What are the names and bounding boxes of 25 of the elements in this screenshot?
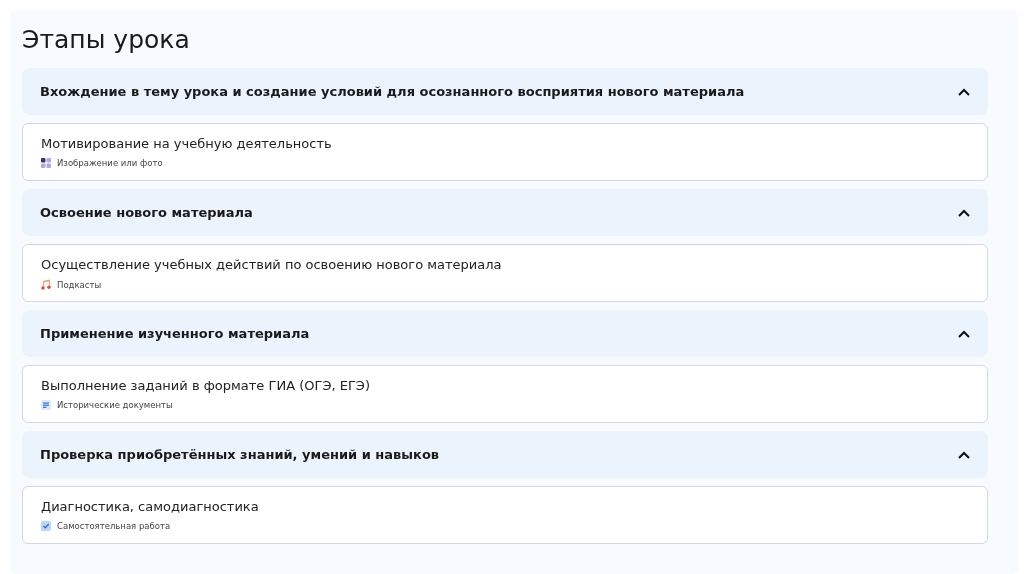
stage-header[interactable]: Проверка приобретённых знаний, умений и навыков	[22, 431, 988, 478]
stage-title: Проверка приобретённых знаний, умений и навыков	[40, 447, 440, 462]
checkbox-icon	[41, 521, 51, 531]
activity-title: Выполнение заданий в формате ГИА (ОГЭ, ЕГЭ)	[41, 378, 372, 394]
music-note-icon	[41, 279, 51, 290]
stage-title: Освоение нового материала	[40, 205, 253, 220]
page-title: Этапы урока	[22, 24, 191, 56]
stage-title: Вхождение в тему урока и создание условий для осознанного восприятия нового материала	[40, 84, 745, 99]
material-label: Изображение или фото	[57, 158, 163, 168]
activity-title: Осуществление учебных действий по освоению нового материала	[41, 257, 503, 273]
activity-card[interactable]: Выполнение заданий в формате ГИА (ОГЭ, ЕГЭ) Исторические документы	[22, 365, 988, 423]
material-label: Подкасты	[57, 279, 102, 290]
stage-header[interactable]: Вхождение в тему урока и создание условий для осознанного восприятия нового материала	[22, 68, 988, 115]
activity-title: Мотивирование на учебную деятельность	[41, 136, 333, 152]
document-icon	[41, 400, 51, 410]
material-label: Самостоятельная работа	[57, 521, 171, 531]
stage-title: Применение изученного материала	[40, 326, 310, 341]
stage-header[interactable]: Освоение нового материала	[22, 189, 988, 236]
activity-card[interactable]: Диагностика, самодиагностика Самостоятельная работа	[22, 486, 988, 544]
stage-header[interactable]: Применение изученного материала	[22, 310, 988, 357]
activity-card[interactable]: Мотивирование на учебную деятельность Изображение или фото	[22, 123, 988, 181]
material-label: Исторические документы	[57, 400, 173, 410]
grid-icon	[41, 158, 51, 168]
activity-title: Диагностика, самодиагностика	[41, 499, 260, 515]
activity-card[interactable]: Осуществление учебных действий по освоению нового материала Подкасты	[22, 244, 988, 302]
